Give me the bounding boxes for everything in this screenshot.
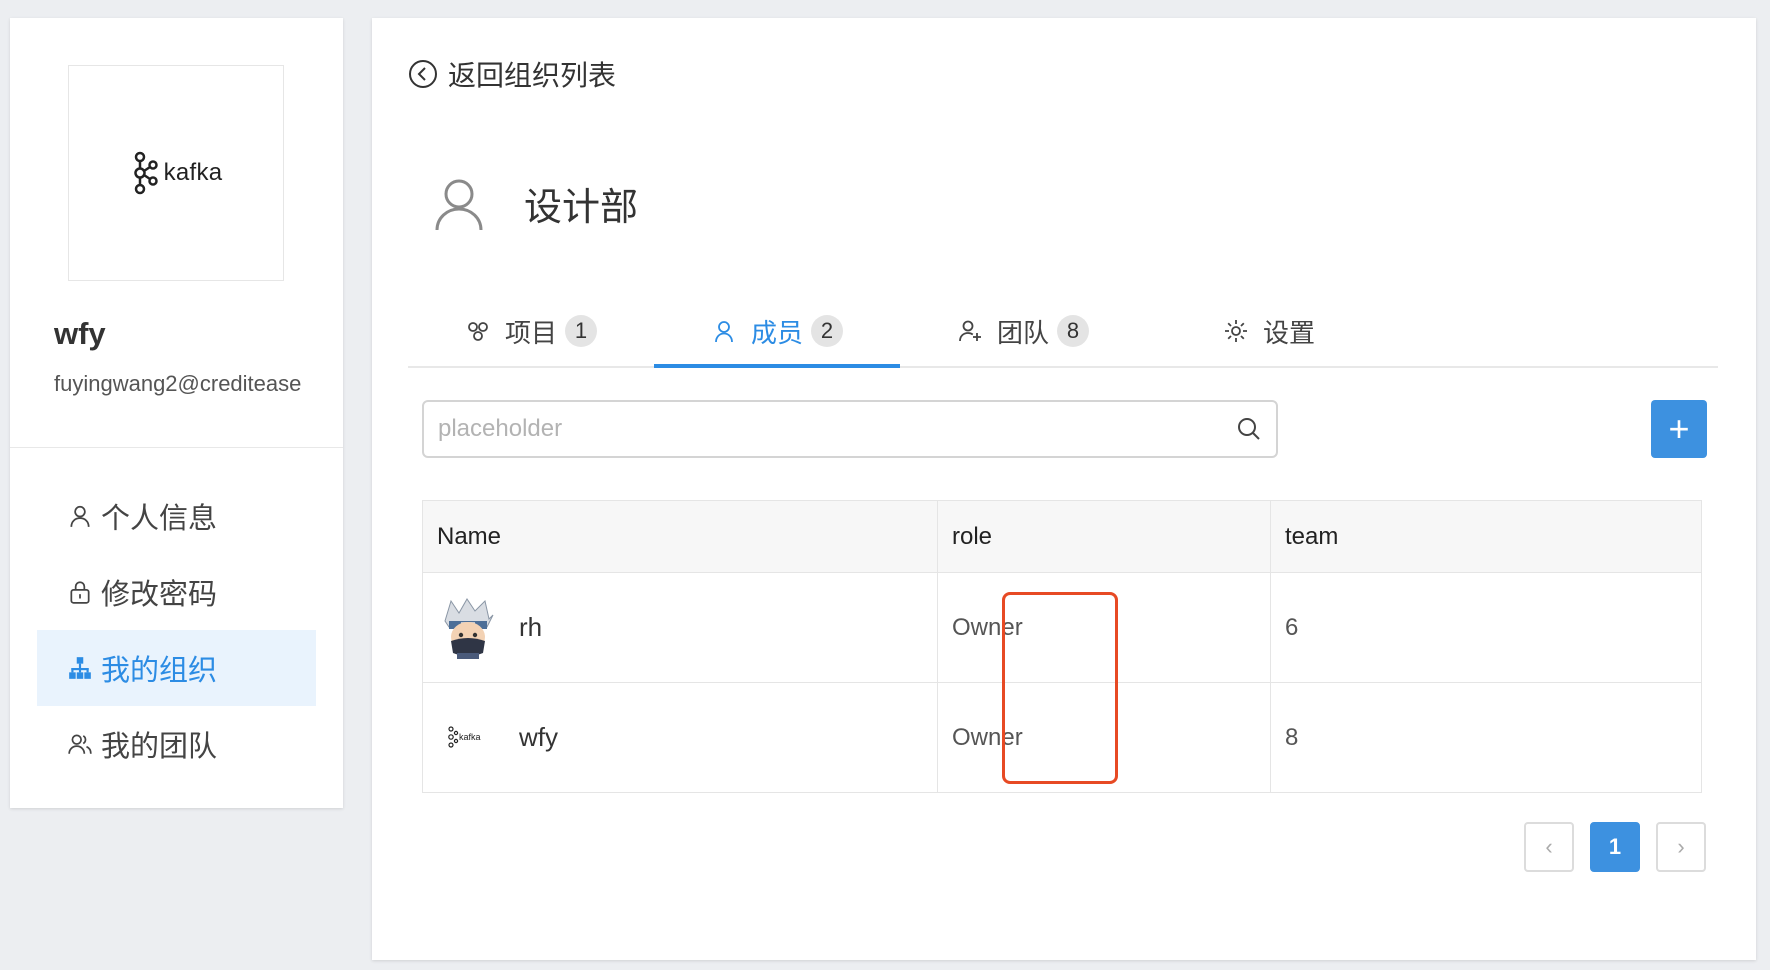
count-badge: 1 [565,315,597,347]
members-table: Name role team rh Owner 6 kafka wfy Owne… [422,500,1702,793]
column-header-name[interactable]: Name [422,500,938,573]
gear-icon [1224,320,1247,342]
org-tabs: 项目 1 成员 2 团队 8 设置 [408,296,1718,368]
user-email: fuyingwang2@creditease [54,371,302,396]
kafka-logo-avatar: kafka [437,707,499,769]
main-panel: 返回组织列表 设计部 项目 1 成员 2 团队 8 设置 + [372,18,1756,960]
pagination: ‹ 1 › [1524,822,1706,872]
role-cell: Owner [937,572,1271,683]
tab-teams[interactable]: 团队 8 [900,296,1146,366]
name-cell: rh [422,572,938,683]
tab-projects[interactable]: 项目 1 [408,296,654,366]
member-name[interactable]: rh [519,612,542,643]
tab-label: 项目 [504,317,557,348]
table-header-row: Name role team [422,500,1702,573]
team-cell: 8 [1270,682,1702,793]
member-search [422,400,1278,458]
lock-icon [70,581,90,604]
user-icon [715,321,733,343]
menu-item-label: 我的组织 [101,655,218,687]
team-cell: 6 [1270,572,1702,683]
chevron-left-circle-icon [409,60,437,88]
sidebar-menu: 个人信息 修改密码 我的组织 我的团队 [37,478,316,782]
menu-item-label: 我的团队 [101,731,218,763]
ninja-avatar-icon [444,597,494,659]
add-user-icon [959,320,981,342]
role-cell: Owner [937,682,1271,793]
name-cell: kafka wfy [422,682,938,793]
team-icon [68,734,92,754]
logo-text: kafka [163,159,223,186]
tab-label: 成员 [750,317,803,348]
org-logo: kafka [68,65,284,281]
profile-card: kafka wfy fuyingwang2@creditease [10,18,343,448]
org-avatar-icon [435,179,483,230]
member-name[interactable]: wfy [519,722,558,753]
menu-item-my-team[interactable]: 我的团队 [37,706,316,782]
column-header-role[interactable]: role [937,500,1271,573]
prev-page-button[interactable]: ‹ [1524,822,1574,872]
back-label: 返回组织列表 [448,60,617,91]
menu-item-change-password[interactable]: 修改密码 [37,554,316,630]
count-badge: 8 [1057,315,1089,347]
menu-item-label: 修改密码 [101,579,218,611]
org-header: 设计部 [434,176,638,231]
count-badge: 2 [811,315,843,347]
column-header-team[interactable]: team [1270,500,1702,573]
table-row: kafka wfy Owner 8 [422,682,1702,793]
user-icon [70,505,90,527]
ninja-avatar [437,597,499,659]
next-page-button[interactable]: › [1656,822,1706,872]
menu-item-personal-info[interactable]: 个人信息 [37,478,316,554]
project-icon [468,322,488,341]
username: wfy [54,316,106,351]
search-input[interactable] [424,402,1236,456]
tab-label: 团队 [996,317,1049,348]
tab-settings[interactable]: 设置 [1146,296,1392,366]
menu-item-label: 个人信息 [101,503,218,535]
tab-members[interactable]: 成员 2 [654,296,900,368]
add-member-button[interactable]: + [1651,400,1707,458]
sidebar: kafka wfy fuyingwang2@creditease 个人信息 修改… [10,18,343,808]
kafka-icon [133,151,158,195]
page-title: 设计部 [524,187,639,229]
kafka-logo: kafka [130,151,223,195]
table-row: rh Owner 6 [422,572,1702,683]
page-number-button[interactable]: 1 [1590,822,1640,872]
search-icon[interactable] [1236,416,1262,442]
kafka-logo-avatar-icon: kafka [448,725,481,748]
tab-label: 设置 [1262,317,1315,348]
org-tree-icon [69,657,91,679]
svg-text:kafka: kafka [459,732,481,742]
back-to-org-list-link[interactable]: 返回组织列表 [408,54,616,94]
menu-item-my-org[interactable]: 我的组织 [37,630,316,706]
